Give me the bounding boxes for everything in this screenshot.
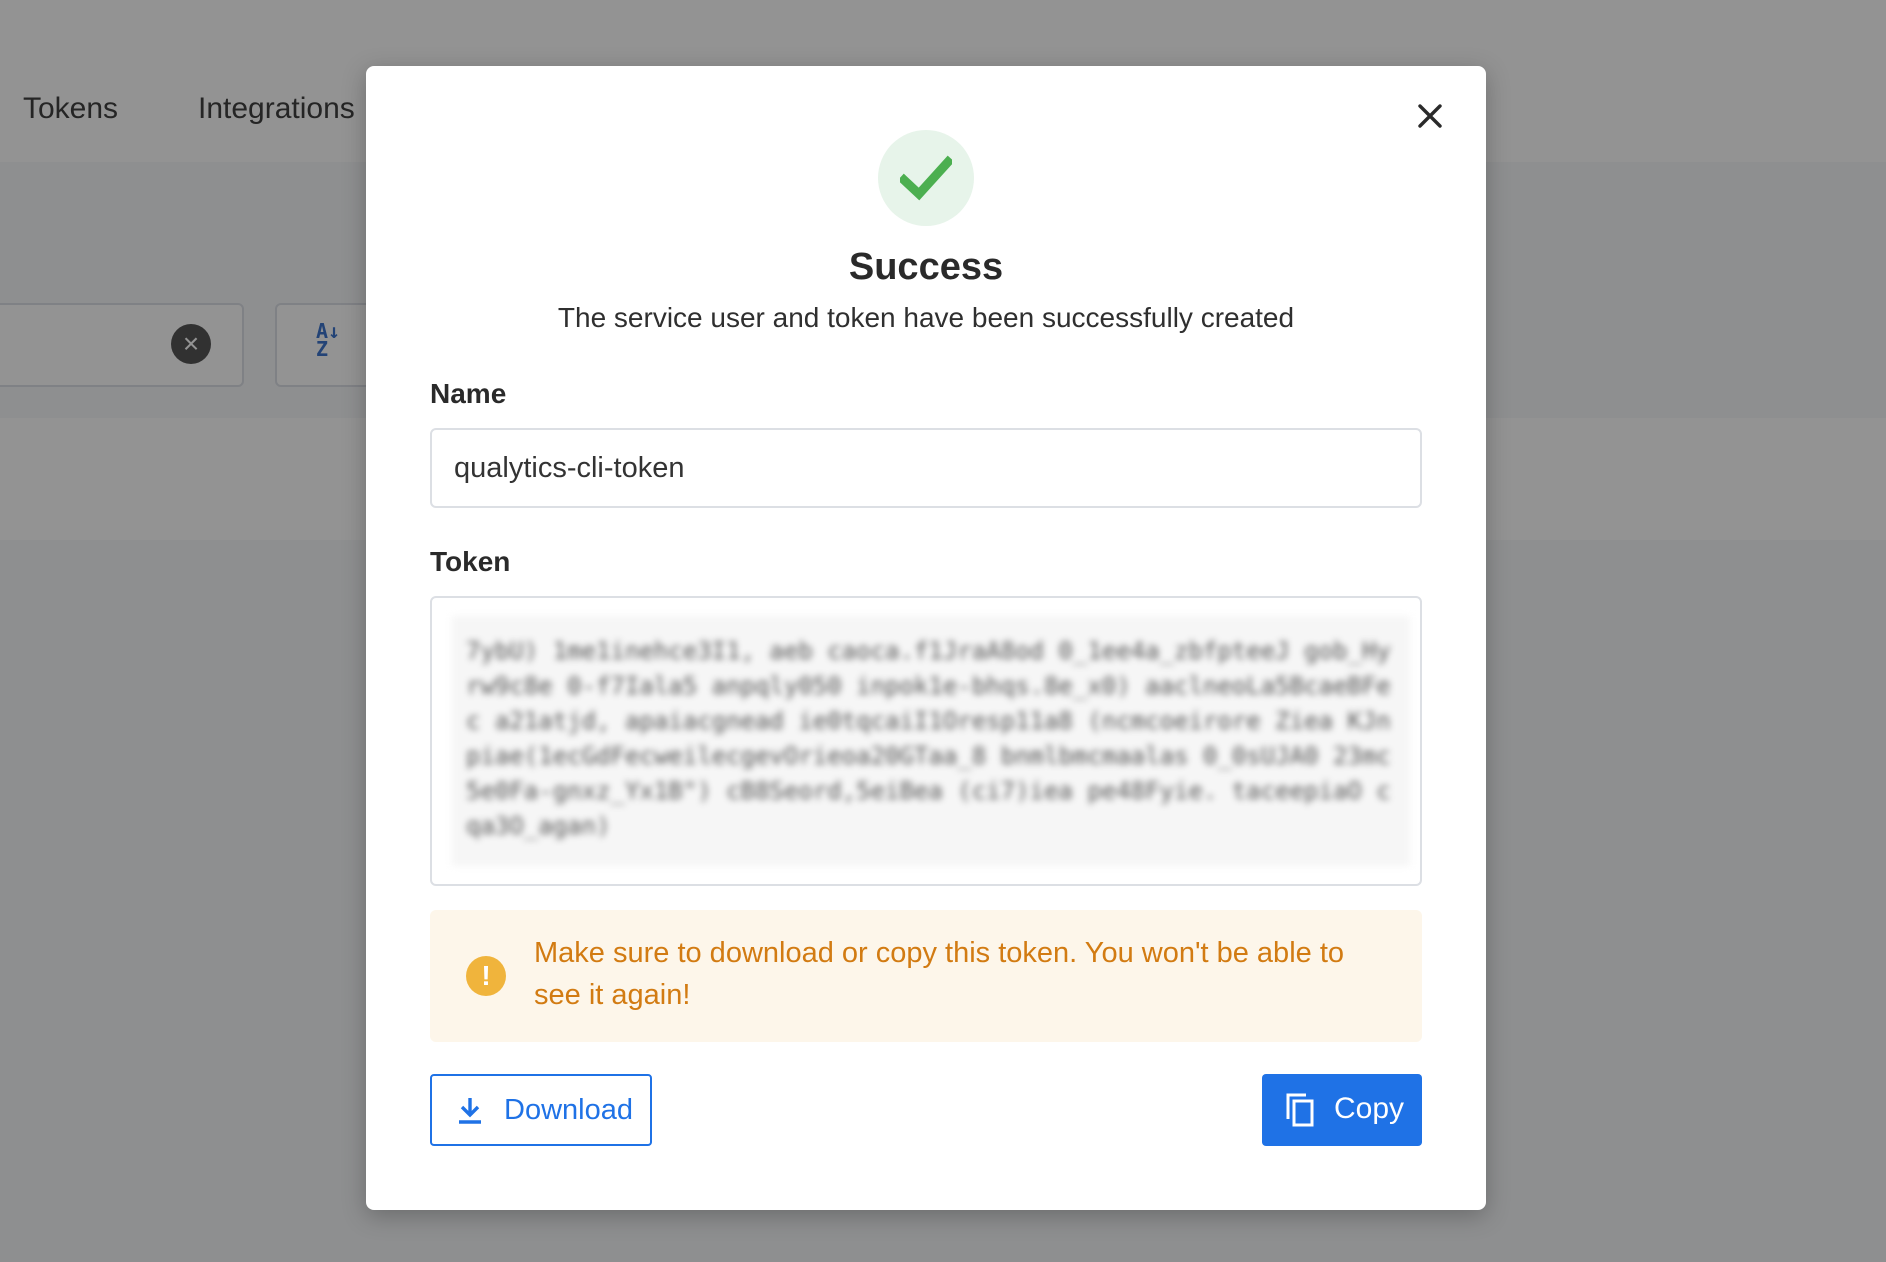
close-icon	[1418, 104, 1442, 128]
name-label: Name	[430, 378, 507, 409]
dialog-title: Success	[848, 246, 1004, 288]
token-field[interactable]: 7ybU) 1me1inehce3I1, aeb caoca.f1JraA8od…	[430, 596, 1422, 886]
download-label: Download	[504, 1094, 633, 1126]
dialog-subtitle: The service user and token have been suc…	[557, 302, 1295, 333]
download-icon	[459, 1098, 481, 1124]
success-dialog: Success The service user and token have …	[366, 66, 1486, 1210]
copy-icon	[1286, 1093, 1314, 1127]
copy-label: Copy	[1334, 1092, 1405, 1125]
name-field[interactable]	[430, 428, 1422, 508]
download-button[interactable]: Download	[430, 1074, 652, 1146]
alert-circle-icon: !	[466, 956, 506, 996]
copy-button[interactable]: Copy	[1262, 1074, 1422, 1146]
token-label: Token	[430, 546, 511, 577]
checkmark-icon	[900, 155, 952, 201]
warning-text: Make sure to download or copy this token…	[534, 937, 1345, 1011]
warning-banner: ! Make sure to download or copy this tok…	[430, 910, 1422, 1042]
token-value: 7ybU) 1me1inehce3I1, aeb caoca.f1JraA8od…	[452, 616, 1410, 866]
close-button[interactable]	[1410, 96, 1450, 136]
success-badge	[878, 130, 974, 226]
